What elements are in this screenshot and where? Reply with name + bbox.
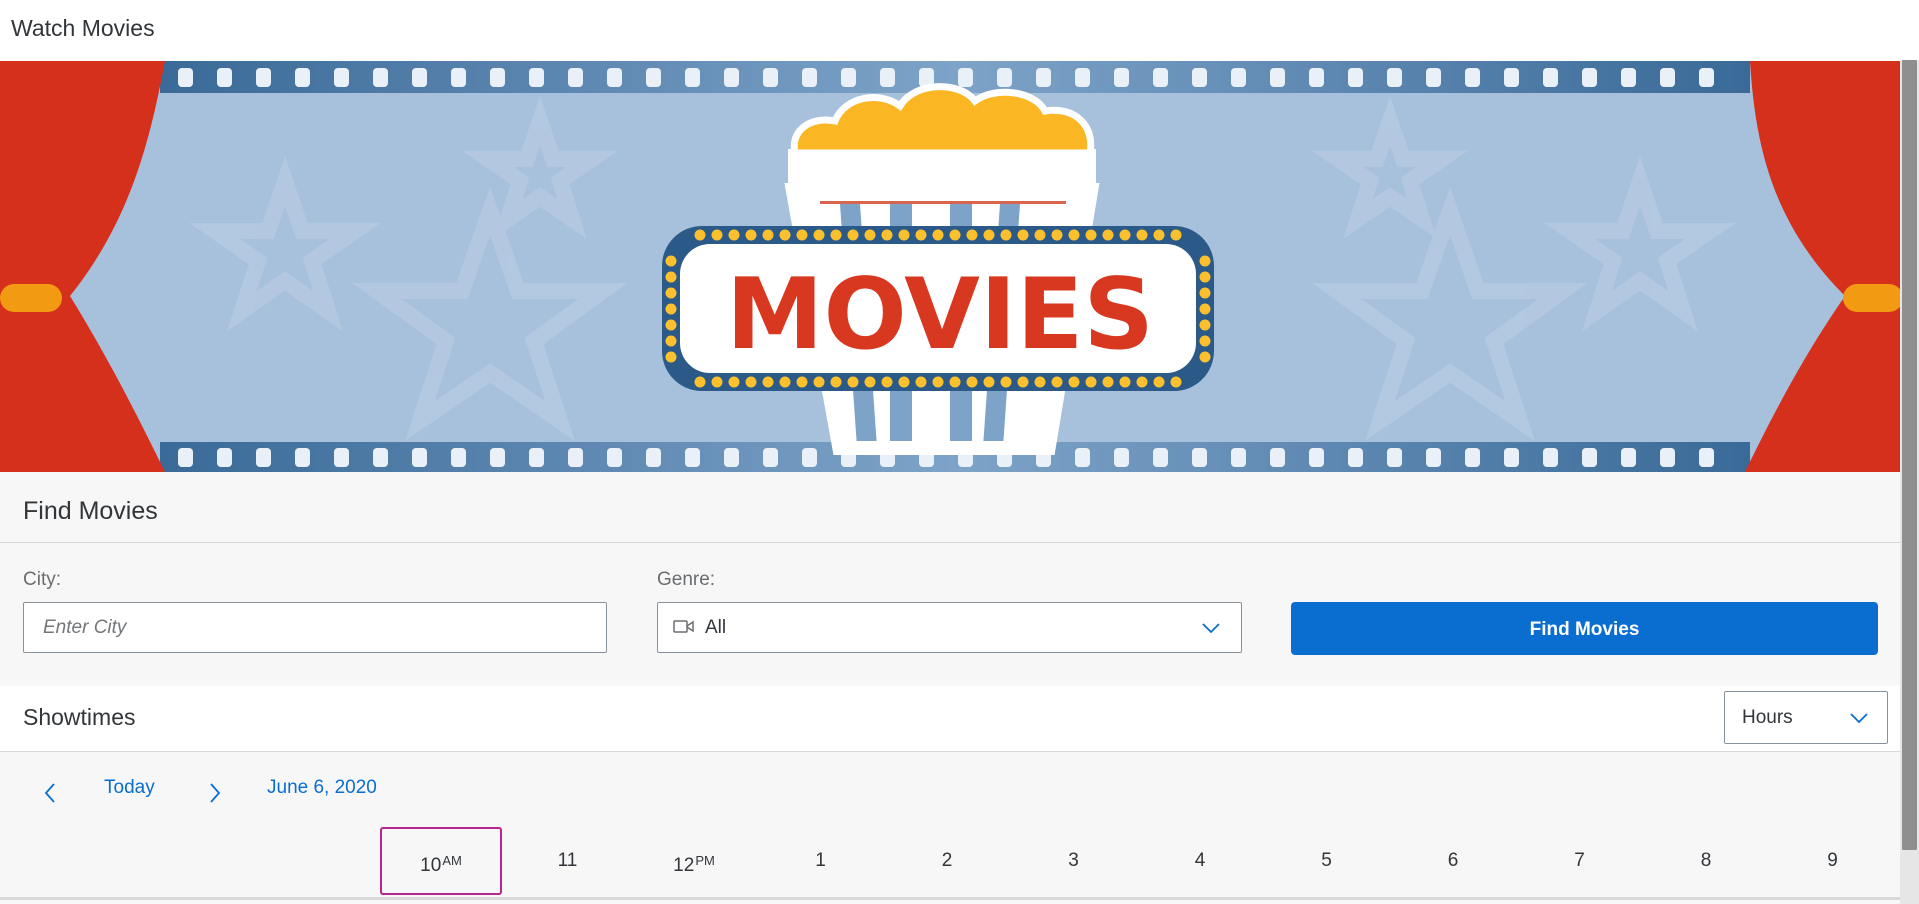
hour-cell[interactable]: 8 bbox=[1645, 827, 1767, 895]
hour-label: 8 bbox=[1700, 850, 1712, 871]
hour-cell[interactable]: 9 bbox=[1771, 827, 1894, 895]
hour-period-label: PM bbox=[695, 853, 715, 868]
app-title: Watch Movies bbox=[11, 15, 155, 41]
hour-cell[interactable]: 6 bbox=[1392, 827, 1514, 895]
scrollbar-thumb[interactable] bbox=[1902, 60, 1917, 850]
banner-illustration: MOVIES bbox=[0, 61, 1900, 472]
hour-period-label: AM bbox=[442, 853, 462, 868]
hour-label: 3 bbox=[1068, 850, 1079, 871]
hour-label: 10 bbox=[420, 855, 442, 876]
showtimes-title: Showtimes bbox=[23, 704, 136, 730]
hour-label: 2 bbox=[941, 850, 953, 871]
genre-label: Genre: bbox=[657, 569, 716, 590]
view-mode-value: Hours bbox=[1742, 707, 1793, 728]
chevron-right-icon[interactable] bbox=[203, 780, 225, 806]
find-movies-title: Find Movies bbox=[23, 497, 158, 525]
app-header: Watch Movies bbox=[0, 0, 1900, 60]
hour-label: 4 bbox=[1194, 850, 1206, 871]
genre-select[interactable]: All bbox=[657, 602, 1242, 653]
showtimes-header: Showtimes Hours bbox=[0, 686, 1900, 751]
hour-cell[interactable]: 4 bbox=[1139, 827, 1261, 895]
hour-cell[interactable]: 11 bbox=[506, 827, 629, 895]
hour-label: 12 bbox=[673, 855, 695, 876]
left-curtain bbox=[0, 61, 165, 472]
hour-cell[interactable]: 1 bbox=[759, 827, 882, 895]
divider bbox=[0, 542, 1900, 543]
today-link[interactable]: Today bbox=[104, 777, 155, 799]
hour-label: 5 bbox=[1321, 850, 1332, 871]
hour-label: 6 bbox=[1447, 850, 1459, 871]
find-movies-panel: Find Movies City: Genre: All Find Movies bbox=[0, 472, 1900, 686]
hour-cell[interactable]: 10AM bbox=[380, 827, 502, 895]
right-curtain bbox=[1745, 61, 1900, 472]
hour-cell[interactable]: 5 bbox=[1265, 827, 1388, 895]
divider bbox=[0, 897, 1900, 900]
hour-label: 7 bbox=[1574, 850, 1585, 871]
hour-cell[interactable]: 12PM bbox=[633, 827, 755, 895]
city-input[interactable] bbox=[23, 602, 607, 653]
showtimes-calendar: Today June 6, 2020 10AM 11 12PM 1 2 3 4 5 6 7 8 9 bbox=[0, 752, 1900, 904]
movies-sign: MOVIES bbox=[662, 226, 1214, 391]
city-label: City: bbox=[23, 569, 61, 590]
genre-value: All bbox=[705, 617, 727, 638]
movies-banner: MOVIES bbox=[0, 61, 1900, 472]
page-scrollbar[interactable] bbox=[1900, 60, 1919, 904]
current-date-link[interactable]: June 6, 2020 bbox=[267, 777, 377, 799]
chevron-left-icon[interactable] bbox=[40, 780, 62, 806]
hour-cell[interactable]: 3 bbox=[1012, 827, 1135, 895]
right-curtain-tie bbox=[1843, 284, 1900, 312]
left-curtain-tie bbox=[0, 284, 62, 312]
sign-text: MOVIES bbox=[726, 258, 1154, 372]
hour-label: 1 bbox=[815, 850, 826, 871]
hour-label: 9 bbox=[1827, 850, 1838, 871]
view-mode-select[interactable]: Hours bbox=[1724, 691, 1888, 744]
find-movies-button[interactable]: Find Movies bbox=[1291, 602, 1878, 655]
chevron-down-icon[interactable] bbox=[1201, 621, 1221, 640]
chevron-down-icon[interactable] bbox=[1849, 711, 1869, 730]
hour-label: 11 bbox=[557, 850, 578, 871]
hour-cell[interactable]: 2 bbox=[886, 827, 1008, 895]
video-camera-icon bbox=[673, 618, 695, 641]
hour-cell[interactable]: 7 bbox=[1518, 827, 1641, 895]
